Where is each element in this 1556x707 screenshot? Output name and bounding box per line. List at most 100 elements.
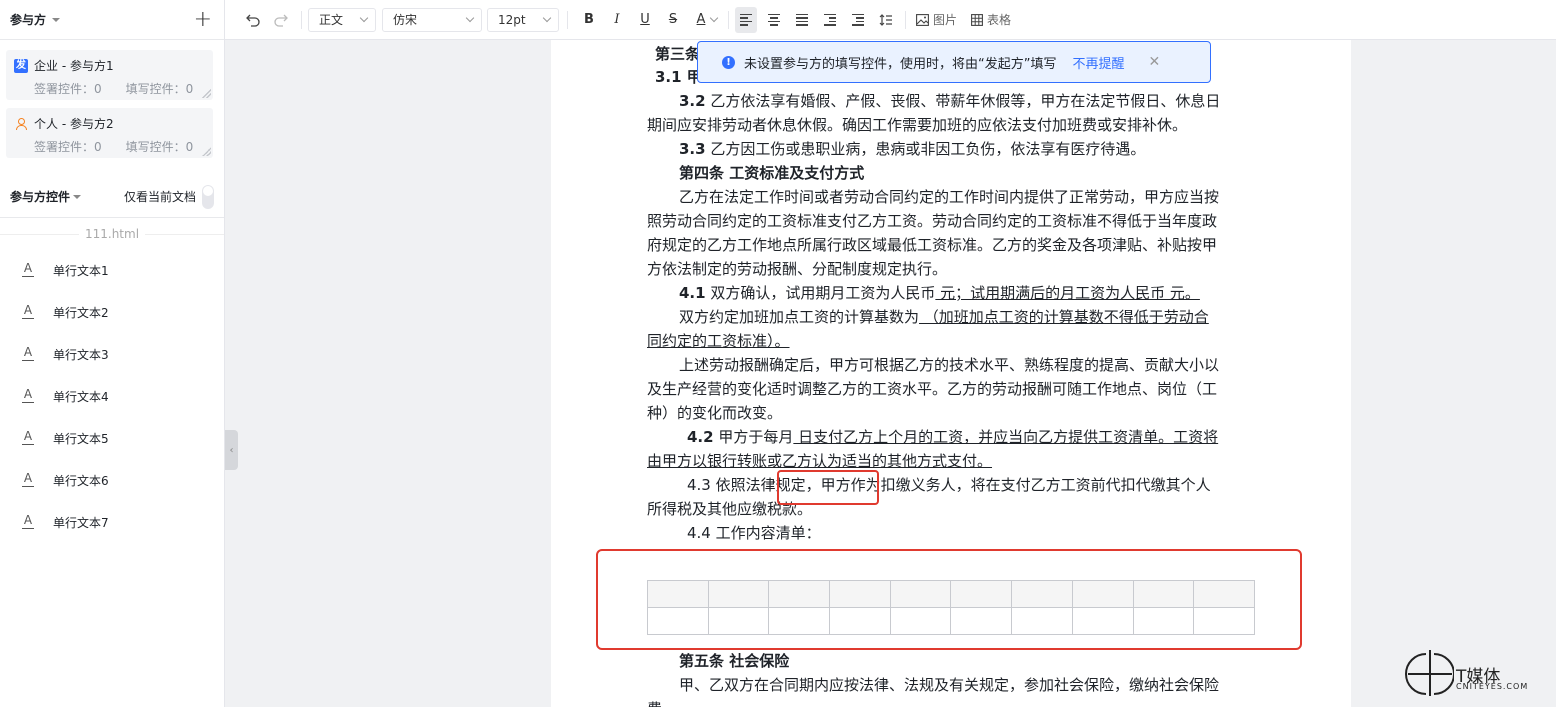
notice-text: 未设置参与方的填写控件，使用时，将由“发起方”填写 <box>744 56 1057 72</box>
fill-control-count: 填写控件：0 <box>125 140 194 154</box>
enterprise-icon: 发 <box>14 58 28 73</box>
close-icon[interactable]: ✕ <box>1149 54 1161 70</box>
paragraph-line: 4.1 双方确认，试用期月工资为人民币 元；试用期满后的月工资为人民币 元。 <box>679 284 1200 302</box>
paragraph-line: 双方约定加班加点工资的计算基数为 （加班加点工资的计算基数不得低于劳动合 <box>679 308 1209 326</box>
undo-icon[interactable] <box>243 7 263 33</box>
strikethrough-icon[interactable]: S <box>662 7 684 33</box>
sign-control-count: 签署控件：0 <box>34 140 102 154</box>
parties-dropdown[interactable]: 参与方 <box>10 11 61 28</box>
paragraph-line: 府规定的乙方工作地点所属行政区域最低工资标准。乙方的奖金及各项津贴、补贴按甲 <box>647 236 1218 254</box>
clause-heading: 第四条 工资标准及支付方式 <box>679 164 865 182</box>
party-label: 个人 - 参与方2 <box>34 117 114 131</box>
paragraph-line: 甲、乙双方在合同期内应按法律、法规及有关规定，参加社会保险，缴纳社会保险 <box>679 676 1220 694</box>
paragraph-line: 费 <box>647 697 662 707</box>
table-icon <box>971 13 983 26</box>
align-center-icon[interactable] <box>763 7 785 33</box>
control-item[interactable]: A 单行文本2 <box>0 291 224 333</box>
sign-control-count: 签署控件：0 <box>34 82 102 96</box>
resize-handle-icon[interactable] <box>201 88 211 98</box>
paragraph-line: 4.4 工作内容清单： <box>687 524 821 542</box>
watermark-site: CNITEYES.COM <box>1456 682 1529 691</box>
bold-icon[interactable]: B <box>578 7 600 33</box>
control-item[interactable]: A 单行文本5 <box>0 417 224 459</box>
chevron-down-icon <box>73 194 82 199</box>
highlight-box <box>777 470 879 505</box>
text-field-icon: A <box>22 261 34 277</box>
clause-heading: 第五条 社会保险 <box>679 652 790 670</box>
font-size-select[interactable]: 12pt <box>487 7 559 32</box>
text-field-icon: A <box>22 303 34 319</box>
controls-dropdown[interactable]: 参与方控件 <box>10 188 82 205</box>
controls-title: 参与方控件 <box>10 190 71 204</box>
paragraph-line: 4.3 依照法律规定，甲方作为扣缴义务人，将在支付乙方工资前代扣代缴其个人 <box>687 476 1211 494</box>
only-current-doc-label: 仅看当前文档 <box>123 190 196 204</box>
paragraph-line: 乙方在法定工作时间或者劳动合同约定的工作时间内提供了正常劳动，甲方应当按 <box>679 188 1220 206</box>
paragraph-line: 及生产经营的变化适时调整乙方的工资水平。乙方的劳动报酬可随工作地点、岗位（工 <box>647 380 1218 398</box>
chevron-down-icon <box>359 13 369 23</box>
image-icon <box>916 13 929 26</box>
italic-icon[interactable]: I <box>606 7 628 33</box>
paragraph-line: 方依法制定的劳动报酬、分配制度规定执行。 <box>647 260 948 278</box>
paragraph-line: 3.3 乙方因工伤或患职业病，患病或非因工负伤，依法享有医疗待遇。 <box>679 140 1146 158</box>
logo-icon <box>1405 650 1455 696</box>
sidebar-header: 参与方 + <box>0 0 224 40</box>
font-color-icon[interactable]: A <box>690 7 724 33</box>
clause-heading: 第三条 <box>655 45 701 63</box>
controls-header: 参与方控件 仅看当前文档 <box>0 176 224 218</box>
align-justify-icon[interactable] <box>791 7 813 33</box>
fill-control-count: 填写控件：0 <box>125 82 194 96</box>
outdent-icon[interactable] <box>847 7 869 33</box>
paragraph-style-select[interactable]: 正文 <box>308 7 376 32</box>
notice-banner: ! 未设置参与方的填写控件，使用时，将由“发起方”填写 不再提醒 ✕ <box>697 41 1211 83</box>
paragraph-line: 3.2 乙方依法享有婚假、产假、丧假、带薪年休假等，甲方在法定节假日、休息日 <box>679 92 1221 110</box>
party-label: 企业 - 参与方1 <box>34 59 114 73</box>
resize-handle-icon[interactable] <box>201 146 211 156</box>
font-family-select[interactable]: 仿宋 <box>382 7 482 32</box>
collapse-sidebar-handle[interactable]: ‹ <box>225 430 238 470</box>
person-icon <box>14 117 28 131</box>
add-party-icon[interactable]: + <box>194 8 212 31</box>
info-icon: ! <box>722 55 735 69</box>
indent-icon[interactable] <box>819 7 841 33</box>
paragraph-line: 期间应安排劳动者休息休假。确因工作需要加班的应依法支付加班费或安排补休。 <box>647 116 1188 134</box>
paragraph-line: 种）的变化而改变。 <box>647 404 783 422</box>
chevron-down-icon <box>52 17 61 22</box>
paragraph-line: 3.1 甲 <box>655 68 702 86</box>
sidebar: 参与方 + 发 企业 - 参与方1 签署控件：0 填写控件：0 个人 - 参与方… <box>0 0 225 707</box>
only-current-doc-toggle[interactable] <box>202 184 214 209</box>
redo-icon[interactable] <box>271 7 291 33</box>
highlight-box <box>596 549 1302 650</box>
party-card-2[interactable]: 个人 - 参与方2 签署控件：0 填写控件：0 <box>6 108 213 158</box>
control-item[interactable]: A 单行文本7 <box>0 501 224 543</box>
parties-title: 参与方 <box>10 13 47 27</box>
control-item[interactable]: A 单行文本1 <box>0 249 224 291</box>
text-field-icon: A <box>22 429 34 445</box>
paragraph-line: 照劳动合同约定的工资标准支付乙方工资。劳动合同约定的工资标准不得低于当年度政 <box>647 212 1218 230</box>
chevron-left-icon: ‹ <box>229 444 234 456</box>
paragraph-line: 同约定的工资标准）。 <box>647 332 790 350</box>
control-item[interactable]: A 单行文本6 <box>0 459 224 501</box>
chevron-down-icon <box>542 13 552 23</box>
watermark-logo: T媒体 CNITEYES.COM <box>1404 648 1554 698</box>
paragraph-line: 上述劳动报酬确定后，甲方可根据乙方的技术水平、熟练程度的提高、贡献大小以 <box>679 356 1220 374</box>
underline-icon[interactable]: U <box>634 7 656 33</box>
chevron-down-icon <box>710 13 719 23</box>
control-item[interactable]: A 单行文本4 <box>0 375 224 417</box>
party-card-1[interactable]: 发 企业 - 参与方1 签署控件：0 填写控件：0 <box>6 50 213 100</box>
line-height-icon[interactable] <box>875 7 897 33</box>
controls-list: A 单行文本1 A 单行文本2 A 单行文本3 A 单行文本4 A 单行文本5 A 单行文本… <box>0 249 224 543</box>
text-field-icon: A <box>22 471 34 487</box>
control-item[interactable]: A 单行文本3 <box>0 333 224 375</box>
chevron-down-icon <box>465 13 475 23</box>
text-field-icon: A <box>22 387 34 403</box>
file-divider: 111.html <box>0 226 224 242</box>
paragraph-line: 4.2 甲方于每月 日支付乙方上个月的工资，并应当向乙方提供工资清单。工资将 <box>687 428 1219 446</box>
file-name: 111.html <box>84 227 140 241</box>
insert-table-button[interactable]: 表格 <box>971 11 1011 28</box>
editor-toolbar: 正文 仿宋 12pt B I U S A 图片 表格 <box>225 0 1556 40</box>
text-field-icon: A <box>22 513 34 529</box>
dont-remind-link[interactable]: 不再提醒 <box>1072 53 1124 72</box>
text-field-icon: A <box>22 345 34 361</box>
align-left-icon[interactable] <box>735 6 757 33</box>
insert-image-button[interactable]: 图片 <box>916 11 957 28</box>
